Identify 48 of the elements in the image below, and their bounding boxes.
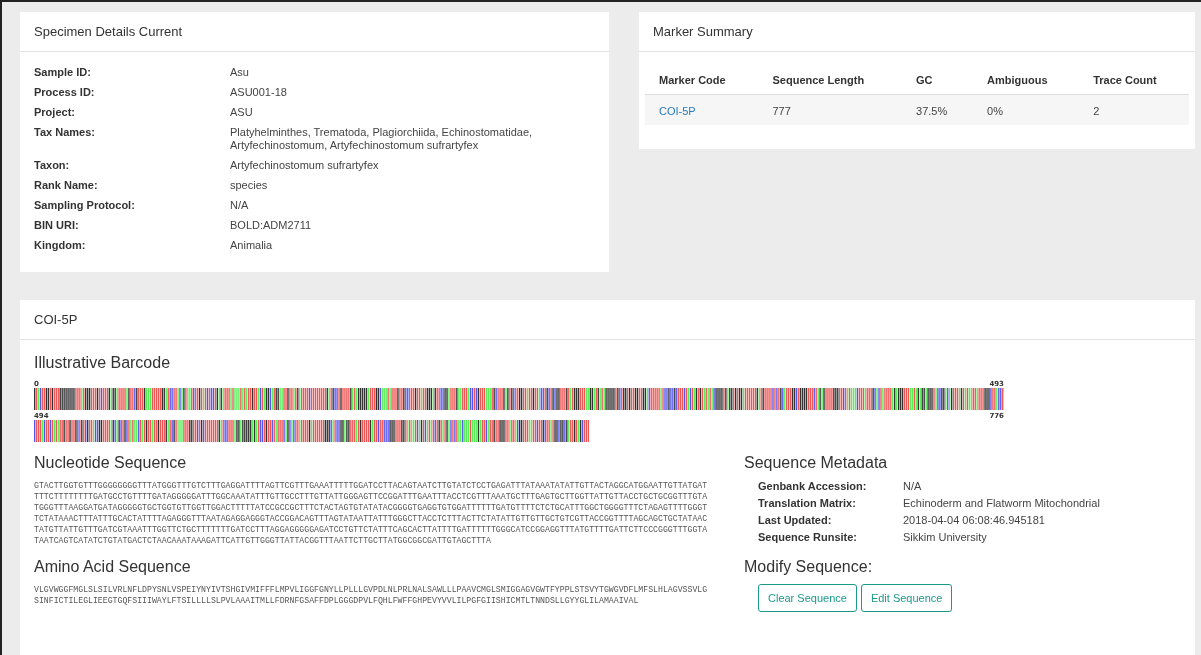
table-cell: 37.5% — [902, 94, 973, 125]
table-cell: 2 — [1079, 94, 1189, 125]
field-label: Sampling Protocol: — [34, 199, 136, 212]
card-title: Specimen Details Current — [20, 12, 609, 52]
field-label: Sample ID: — [34, 66, 92, 79]
field-label: Rank Name: — [34, 179, 99, 192]
section-title: Nucleotide Sequence — [34, 454, 188, 472]
field-label: Taxon: — [34, 159, 71, 172]
field-value: N/A — [230, 199, 250, 212]
field-label: Sequence Runsite: — [758, 531, 859, 544]
card-title: Marker Summary — [639, 12, 1195, 52]
field-value: species — [230, 179, 269, 192]
marker-link[interactable]: COI-5P — [645, 94, 759, 125]
table-cell: 777 — [758, 94, 902, 125]
field-value: Platyhelminthes, Trematoda, Plagiorchiida, Echinostomatidae, Artyfechinostomum, Artyfechinostomum sufrartyfex — [230, 126, 534, 152]
field-value: Artyfechinostomum sufrartyfex — [230, 159, 380, 172]
field-label: Project: — [34, 106, 76, 119]
field-value: 2018-04-04 06:08:46.945181 — [903, 514, 1046, 527]
sequence-button[interactable]: Edit Sequence — [860, 584, 953, 612]
column-header: Trace Count — [1079, 64, 1189, 95]
field-value: ASU001-18 — [230, 86, 288, 99]
table-cell: 0% — [973, 94, 1080, 125]
sequence-button[interactable]: Clear Sequence — [758, 584, 857, 612]
field-value: N/A — [903, 480, 923, 493]
section-title: Sequence Metadata — [744, 454, 889, 472]
field-value: Echinoderm and Flatworm Mitochondrial — [903, 497, 1101, 510]
field-label: Translation Matrix: — [758, 497, 857, 510]
section-title: Modify Sequence: — [744, 558, 874, 576]
field-label: Kingdom: — [34, 239, 87, 252]
field-label: Genbank Accession: — [758, 480, 868, 493]
column-header: Ambiguous — [973, 64, 1080, 95]
column-header: Marker Code — [645, 64, 759, 95]
field-value: ASU — [230, 106, 254, 119]
column-header: GC — [902, 64, 973, 95]
field-label: BIN URI: — [34, 219, 80, 232]
section-title: Amino Acid Sequence — [34, 558, 192, 576]
amino-acid-sequence: VLGVWGGFMGLSLSILVRLNFLDPYSNLVSPEIYNYIVTSHGIVMIFFFLMPVLIGGFGNYLLPLLLGVPDLNLPRLNALSAWLLLPAAVCMGLSMIGGAGVGWTFYPPLSTSVYTGWGVDFLMFSLHLAGVSSVLG SINFICTILEGLIEEGTGQFSIIIWAYLFTSILLLLSLPVLAAAITMLLFDRNFGSAFFDPLGGGDPVLFQHLFWFFGHPEVYVVLILPGFGIISHICMTLTNNDSLLGYYGLILAMAAIVAL — [34, 584, 709, 606]
column-header: Sequence Length — [758, 64, 902, 95]
section-title: Illustrative Barcode — [34, 354, 172, 372]
field-label: Last Updated: — [758, 514, 833, 527]
field-value: Animalia — [230, 239, 274, 252]
nucleotide-sequence: GTACTTGGTGTTTGGGGGGGGTTTATGGGTTTGTCTTTGAGGATTTTAGTTCGTTTGAAATTTTTGGATCCTTACAGTAATCTTGTATCTCCTGAGATTTATAAATATATTGTTACTAGGCATGGAATTGTTATGAT TTTCTTTTTTTTGATGCCTGTTTTGATAGGGGGATTTGGCAAATATTTGTTGCCTTTGTTATTGGGAGTTCCGGATTTGAATTTACCTCGTTTAAATGCTTTGAGTGCTTGGTTATTGTTACCTGCTGCGGTTTGTA TGGGTTTAAGGATGATAGGGGGTGCTGGTGTTGGTTGGACTTTTTATCCGCCGCTTTCTACTAGTGTATATACGGGGTGAGGTGTGGATTTTTTGATGTTTTCTCTGCATTTGGCTGGGGTTTCTAGAGTTTTGGGT TCTATAAACTTTATTTGCACTATTTTAGAGGGTTTAATAGAGGAGGGTACCGGACAGTTTAGTATAATTATTTGGGCTTACCTCTTTACTTCTATATTGTTGTTGCTGTCGTTACCGGTTTTAGCAGCTGCTATAAC TATGTTATTGTTTGATCGTAAATTTGGTTCTGCTTTTTTTGATCCTTTAGGAGGGGGAGATCCTGTTCTATTTCAGCACTTATTTTGATTTTTTGGGCATCCGGAGGTTTATGTTTTGATTCTTCCCGGGTTTGGTA TAATCAGTCATATCTGTATGACTCTAACAAATAAAGATTCATTGTTGGGTTATTACGGTTTAATTCTTGCTTATGGCGGCGATTGTAGCTTTA — [34, 480, 709, 546]
field-label: Tax Names: — [34, 126, 96, 140]
field-value: BOLD:ADM2711 — [230, 219, 313, 232]
field-value: Sikkim University — [903, 531, 988, 544]
card-title: COI-5P — [20, 300, 1195, 340]
field-value: Asu — [230, 66, 250, 79]
field-label: Process ID: — [34, 86, 96, 99]
